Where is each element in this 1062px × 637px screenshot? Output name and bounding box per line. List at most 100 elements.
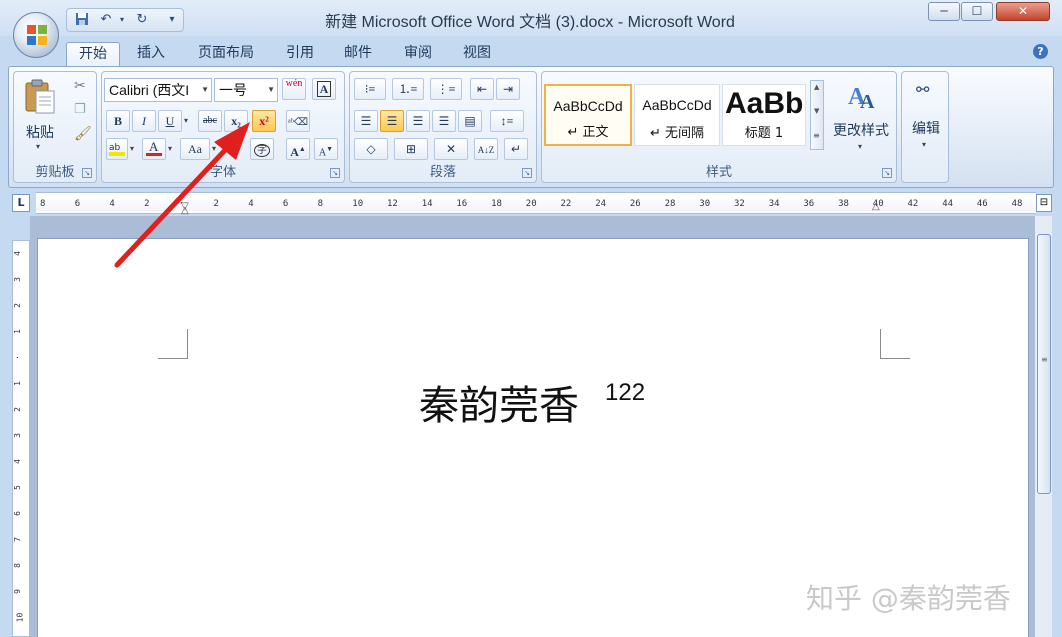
clear-formatting-button[interactable]: ᵃᵇ⌫ — [286, 110, 310, 132]
ruler-tick: 34 — [768, 199, 780, 209]
chevron-down-icon[interactable]: ▼ — [267, 79, 275, 101]
font-color-dropdown-icon[interactable]: ▾ — [168, 144, 172, 153]
paragraph-group-label: 段落 — [429, 165, 456, 180]
cut-icon[interactable]: ✂ — [74, 78, 86, 94]
vertical-ruler-tick: 10 — [15, 612, 25, 623]
vertical-ruler[interactable]: 4 3 2 1 · 1 2 3 4 5 6 7 8 9 10 — [12, 240, 30, 637]
help-icon[interactable]: ? — [1033, 44, 1048, 59]
borders-button[interactable]: ⊞ — [394, 138, 428, 160]
tab-references[interactable]: 引用 — [276, 42, 324, 66]
justify-button[interactable]: ☰ — [432, 110, 456, 132]
tab-insert[interactable]: 插入 — [126, 42, 176, 66]
shading-button[interactable]: ◇ — [354, 138, 388, 160]
phonetic-guide-button[interactable]: wén — [282, 78, 306, 100]
svg-text:A: A — [860, 91, 875, 112]
multilevel-list-button[interactable]: ⋮≡ — [430, 78, 462, 100]
underline-dropdown-icon[interactable]: ▾ — [184, 116, 188, 125]
chinese-layout-button[interactable]: ✕ — [434, 138, 468, 160]
view-ruler-icon[interactable]: ⊟ — [1036, 194, 1052, 212]
styles-scroll[interactable]: ▲ ▼ ≡ — [810, 80, 824, 150]
change-case-button[interactable]: Aa — [180, 138, 210, 160]
highlighter-icon: ab — [109, 143, 125, 156]
distribute-button[interactable]: ▤ — [458, 110, 482, 132]
font-launcher-icon[interactable]: ↘ — [330, 168, 340, 178]
grow-font-button[interactable]: A▲ — [286, 138, 310, 160]
scrollbar-thumb[interactable]: ≡ — [1037, 234, 1051, 494]
italic-button[interactable]: I — [132, 110, 156, 132]
scroll-up-icon[interactable]: ▲ — [814, 83, 819, 91]
scroll-down-icon[interactable]: ▼ — [814, 107, 819, 115]
distribute-icon: ▤ — [464, 114, 476, 128]
strikethrough-button[interactable]: abc — [198, 110, 222, 132]
margin-corner-top-right — [880, 329, 910, 359]
vertical-ruler-tick: 4 — [12, 459, 22, 464]
character-border-button[interactable]: A — [312, 78, 336, 100]
style-heading-1[interactable]: AaBb 标题 1 — [722, 84, 806, 146]
redo-icon[interactable]: ↻ — [133, 12, 151, 28]
align-right-button[interactable]: ☰ — [406, 110, 430, 132]
minimize-button[interactable]: ─ — [928, 2, 960, 21]
document-workspace: 秦韵莞香 122 — [30, 216, 1034, 637]
increase-indent-button[interactable]: ⇥ — [496, 78, 520, 100]
paste-dropdown-icon[interactable]: ▾ — [36, 142, 40, 151]
superscript-button[interactable]: x² — [252, 110, 276, 132]
ruler-tick: 30 — [699, 199, 711, 209]
ribbon-tabs: 开始 插入 页面布局 引用 邮件 审阅 视图 — [0, 38, 1062, 66]
close-button[interactable]: ✕ — [996, 2, 1050, 21]
font-size-combo[interactable]: 一号 ▼ — [214, 78, 278, 102]
save-icon[interactable] — [73, 12, 91, 28]
font-name-combo[interactable]: Calibri (西文I ▼ — [104, 78, 212, 102]
change-styles-dropdown-icon[interactable]: ▾ — [858, 142, 862, 151]
customize-qat-button[interactable]: ▾ — [163, 12, 181, 28]
margin-corner-top-left — [158, 329, 188, 359]
sort-button[interactable]: A↓Z — [474, 138, 498, 160]
format-painter-icon[interactable]: 🖌 — [74, 126, 92, 142]
change-case-dropdown-icon[interactable]: ▾ — [212, 144, 216, 153]
highlight-button[interactable]: ab — [106, 138, 128, 160]
vertical-scrollbar[interactable]: ≡ — [1034, 216, 1052, 637]
clipboard-launcher-icon[interactable]: ↘ — [82, 168, 92, 178]
line-spacing-button[interactable]: ↕≡ — [490, 110, 524, 132]
highlight-dropdown-icon[interactable]: ▾ — [130, 144, 134, 153]
numbering-button[interactable]: ⒈≡ — [392, 78, 424, 100]
editing-dropdown-icon[interactable]: ▾ — [922, 140, 926, 149]
clear-formatting-icon: ᵃᵇ⌫ — [288, 117, 308, 128]
underline-button[interactable]: U — [158, 110, 182, 132]
chevron-down-icon[interactable]: ▼ — [201, 79, 209, 101]
style-no-spacing[interactable]: AaBbCcDd ↵ 无间隔 — [634, 84, 720, 146]
enclose-characters-button[interactable]: 字 — [250, 138, 274, 160]
style-normal[interactable]: AaBbCcDd ↵ 正文 — [544, 84, 632, 146]
style-no-spacing-sample: AaBbCcDd — [642, 97, 712, 113]
office-button[interactable] — [13, 12, 59, 58]
subscript-button[interactable]: x₂ — [224, 110, 248, 132]
right-indent-marker[interactable]: △ — [872, 201, 880, 212]
more-styles-icon[interactable]: ≡ — [813, 131, 820, 140]
align-center-button[interactable]: ☰ — [380, 110, 404, 132]
paste-button[interactable]: 粘贴 ▾ — [20, 76, 60, 156]
tab-home[interactable]: 开始 — [66, 42, 120, 66]
shrink-font-button[interactable]: A▼ — [314, 138, 338, 160]
tab-page-layout[interactable]: 页面布局 — [186, 42, 266, 66]
bullets-button[interactable]: ⁝≡ — [354, 78, 386, 100]
paragraph-launcher-icon[interactable]: ↘ — [522, 168, 532, 178]
tab-mailings[interactable]: 邮件 — [334, 42, 382, 66]
document-text[interactable]: 秦韵莞香 — [419, 373, 579, 431]
copy-icon[interactable]: ❐ — [74, 102, 86, 117]
maximize-button[interactable]: ☐ — [961, 2, 993, 21]
tab-review[interactable]: 审阅 — [392, 42, 444, 66]
font-color-button[interactable]: A — [142, 138, 166, 160]
align-left-button[interactable]: ☰ — [354, 110, 378, 132]
undo-dropdown-icon[interactable]: ▾ — [113, 12, 131, 28]
tab-selector[interactable]: L — [12, 194, 30, 212]
superscript-text[interactable]: 122 — [605, 379, 645, 407]
vertical-ruler-tick: 6 — [12, 511, 22, 516]
editing-group[interactable]: ⚯ 编辑 ▾ — [901, 71, 949, 183]
styles-launcher-icon[interactable]: ↘ — [882, 168, 892, 178]
bold-button[interactable]: B — [106, 110, 130, 132]
left-indent-marker[interactable]: △ — [181, 205, 189, 216]
change-styles-button[interactable]: A A 更改样式 ▾ — [830, 78, 892, 160]
show-marks-button[interactable]: ↵ — [504, 138, 528, 160]
tab-view[interactable]: 视图 — [450, 42, 504, 66]
horizontal-ruler[interactable]: 8 6 4 2 · 2 4 6 8 10 12 14 16 18 20 22 24 26 28 30 32 34 36 38 4… — [36, 192, 1036, 216]
decrease-indent-button[interactable]: ⇤ — [470, 78, 494, 100]
